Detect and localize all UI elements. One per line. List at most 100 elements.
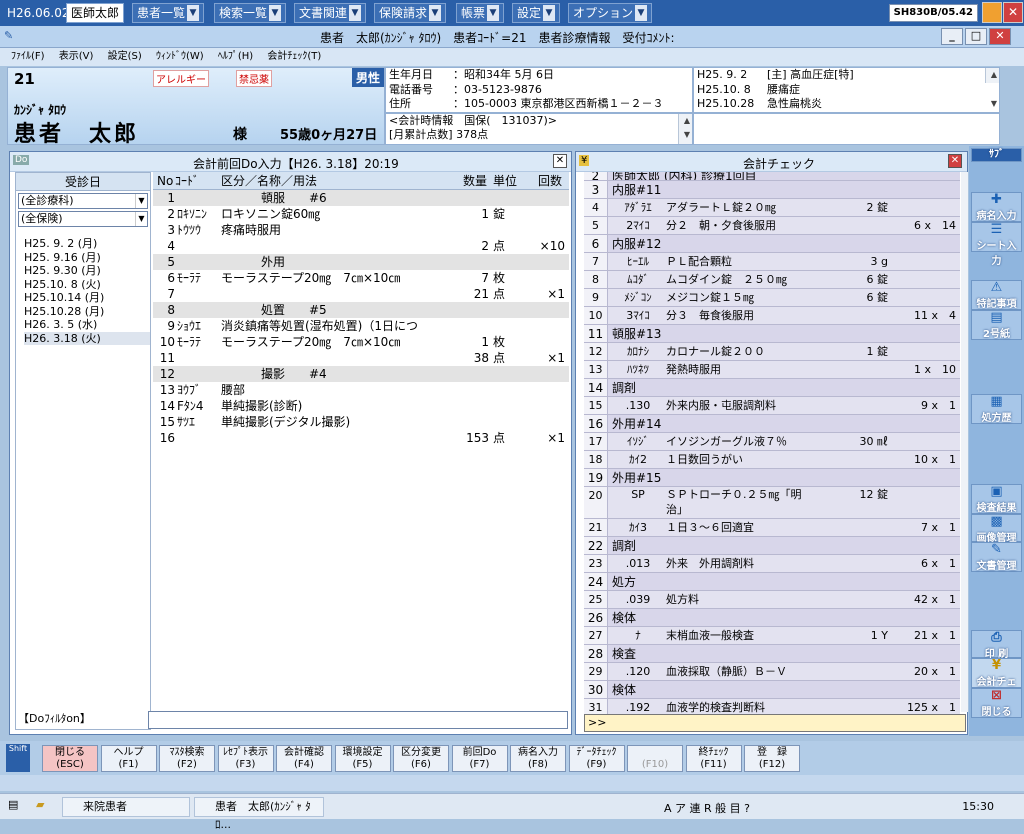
check-row[interactable]: 26 検体 xyxy=(584,609,960,627)
scrollbar[interactable] xyxy=(961,172,968,712)
do-row[interactable]: 16 153 点 ×1 xyxy=(153,430,569,446)
do-row[interactable]: 8 処置 #5 xyxy=(153,302,569,318)
shift-toggle[interactable]: Shift xyxy=(6,744,30,772)
department-select[interactable]: (全診療科) ▼ xyxy=(18,193,148,209)
do-row[interactable]: 6 ﾓｰﾗﾃ モーラステープ20㎎ 7㎝×10㎝ 7 枚 xyxy=(153,270,569,286)
fkey-button[interactable]: 閉じる (ESC) xyxy=(42,745,98,772)
menu-window[interactable]: ｳｨﾝﾄﾞｳ(W) xyxy=(156,51,204,62)
menu-help[interactable]: ﾍﾙﾌﾟ(H) xyxy=(218,51,253,62)
do-row[interactable]: 14 Fﾀﾝ4 単純撮影(診断) xyxy=(153,398,569,414)
fkey-button[interactable]: 登 録 (F12) xyxy=(744,745,800,772)
prescription-history-button[interactable]: ▦ 処方歴 xyxy=(971,394,1022,424)
check-row[interactable]: 13 ﾊﾂﾈﾂ 発熱時服用 1 x 10 xyxy=(584,361,960,379)
do-row[interactable]: 2 ﾛｷｿﾆﾝ ロキソニン錠60㎎ 1 錠 xyxy=(153,206,569,222)
fkey-button[interactable]: ヘルプ (F1) xyxy=(100,745,157,772)
check-row[interactable]: 9 ﾒｼﾞｺﾝ メジコン錠１５㎎ 6 錠 xyxy=(584,289,960,307)
check-row[interactable]: 24 処方 xyxy=(584,573,960,591)
do-row[interactable]: 11 38 点 ×1 xyxy=(153,350,569,366)
check-row[interactable]: 22 調剤 xyxy=(584,537,960,555)
scrollbar[interactable]: ▲ ▼ xyxy=(678,114,692,144)
check-row[interactable]: 21 ｶｲ3 １日３～６回適宜 7 x 1 xyxy=(584,519,960,537)
fkey-button[interactable]: ﾏｽﾀ検索 (F2) xyxy=(159,745,215,772)
check-row[interactable]: 11 頓服#13 xyxy=(584,325,960,343)
menu-settings[interactable]: 設定 ▼ xyxy=(512,3,561,23)
check-row[interactable]: 20 SP ＳＰトローチ０.２５㎎「明 12 錠治」 xyxy=(584,487,960,519)
menu-reports[interactable]: 帳票 ▼ xyxy=(456,3,505,23)
check-row[interactable]: 5 2ﾏｲｺ 分２ 朝・夕食後服用 6 x 14 xyxy=(584,217,960,235)
do-row[interactable]: 12 撮影 #4 xyxy=(153,366,569,382)
exit-icon[interactable]: ✕ xyxy=(1003,2,1023,23)
check-row[interactable]: 4 ｱﾀﾞﾗｴ アダラートＬ錠２０㎎ 2 錠 xyxy=(584,199,960,217)
form2-button[interactable]: ▤ 2号紙 xyxy=(971,310,1022,340)
check-row[interactable]: 18 ｶｲ2 １日数回うがい 10 x 1 xyxy=(584,451,960,469)
image-management-button[interactable]: ▩ 画像管理 xyxy=(971,514,1022,544)
menu-documents[interactable]: 文書関連 ▼ xyxy=(294,3,367,23)
menu-file[interactable]: ﾌｧｲﾙ(F) xyxy=(11,51,45,62)
do-row[interactable]: 15 ｻﾂｴ 単純撮影(デジタル撮影) xyxy=(153,414,569,430)
start-icon[interactable]: ▤ xyxy=(8,798,18,811)
do-row[interactable]: 3 ﾄｳﾂｳ 疼痛時服用 xyxy=(153,222,569,238)
check-row[interactable]: 28 検査 xyxy=(584,645,960,663)
fkey-button[interactable]: 病名入力 (F8) xyxy=(510,745,566,772)
ime-tray[interactable]: A ア 連 R 般 目 ? xyxy=(664,800,750,816)
do-row[interactable]: 13 ﾖｳﾌﾞ 腰部 xyxy=(153,382,569,398)
check-command-input[interactable]: >> xyxy=(584,714,966,732)
close-window-button[interactable]: ✕ xyxy=(989,28,1011,45)
forbidden-drug-badge[interactable]: 禁忌薬 xyxy=(236,70,272,87)
check-row[interactable]: 15 .130 外来内服・屯服調剤料 9 x 1 xyxy=(584,397,960,415)
document-management-button[interactable]: ✎ 文書管理 xyxy=(971,542,1022,572)
key-icon[interactable] xyxy=(982,2,1002,23)
fkey-button[interactable]: ﾃﾞｰﾀﾁｪｯｸ (F9) xyxy=(568,745,625,772)
fkey-button[interactable]: ﾚｾﾌﾟﾄ表示 (F3) xyxy=(217,745,274,772)
fkey-button[interactable]: 前回Do (F7) xyxy=(451,745,508,772)
close-icon[interactable]: ✕ xyxy=(553,154,567,168)
menu-insurance-claim[interactable]: 保険請求 ▼ xyxy=(374,3,447,23)
do-row[interactable]: 9 ｼｮｳｴ 消炎鎮痛等処置(湿布処置)（1日につ xyxy=(153,318,569,334)
menu-options[interactable]: オプション ▼ xyxy=(568,3,653,23)
do-row[interactable]: 4 2 点 ×10 xyxy=(153,238,569,254)
accounting-check-button[interactable]: ¥会計チェック xyxy=(971,658,1022,703)
folder-icon[interactable]: ▰ xyxy=(36,798,44,811)
test-results-button[interactable]: ▣ 検査結果 xyxy=(971,484,1022,514)
allergy-badge[interactable]: アレルギー xyxy=(153,70,209,87)
do-row[interactable]: 7 21 点 ×1 xyxy=(153,286,569,302)
check-row[interactable]: 17 ｲｿｼﾞ イソジンガーグル液７％ 30 ㎖ xyxy=(584,433,960,451)
user-name[interactable]: 医師太郎 xyxy=(66,3,125,23)
menu-setup[interactable]: 設定(S) xyxy=(108,51,142,62)
visit-date-item[interactable]: H25.10. 8 (火) xyxy=(24,278,150,292)
fkey-button[interactable]: (F10) xyxy=(627,745,683,772)
check-row[interactable]: 27 ﾅ 末梢血液一般検査 1 Y 21 x 1 xyxy=(584,627,960,645)
disease-entry-button[interactable]: ✚ 病名入力 xyxy=(971,192,1022,222)
special-notes-button[interactable]: ⚠ 特記事項 xyxy=(971,280,1022,310)
visit-date-item[interactable]: H25. 9. 2 (月) xyxy=(24,237,150,251)
scrollbar[interactable]: ▲ ▼ xyxy=(985,68,999,108)
fkey-button[interactable]: 会計確認 (F4) xyxy=(276,745,332,772)
check-row[interactable]: 7 ﾋｰｴﾙ ＰＬ配合顆粒 3 g xyxy=(584,253,960,271)
check-row[interactable]: 8 ﾑｺﾀﾞ ムコダイン錠 ２５０㎎ 6 錠 xyxy=(584,271,960,289)
disease-row[interactable]: H25.10. 8 腰痛症 xyxy=(694,83,999,98)
check-row[interactable]: 3 内服#11 xyxy=(584,181,960,199)
close-button[interactable]: ⊠ 閉じる xyxy=(971,688,1022,718)
check-row[interactable]: 6 内服#12 xyxy=(584,235,960,253)
taskbar-item[interactable]: 来院患者 xyxy=(62,797,190,817)
fkey-button[interactable]: 環境設定 (F5) xyxy=(334,745,391,772)
sub-tab[interactable]: ｻﾌﾞ xyxy=(971,148,1022,162)
visit-date-item[interactable]: H25.10.28 (月) xyxy=(24,305,150,319)
do-filter-input[interactable] xyxy=(148,711,568,729)
taskbar-item-active[interactable]: 患者 太郎(ｶﾝｼﾞｬ ﾀﾛ... xyxy=(194,797,324,831)
insurance-select[interactable]: (全保険) ▼ xyxy=(18,211,148,227)
check-row[interactable]: 10 3ﾏｲｺ 分３ 毎食後服用 11 x 4 xyxy=(584,307,960,325)
visit-date-item[interactable]: H26. 3. 5 (水) xyxy=(24,318,150,332)
check-row[interactable]: 23 .013 外来 外用調剤料 6 x 1 xyxy=(584,555,960,573)
do-row[interactable]: 10 ﾓｰﾗﾃ モーラステープ20㎎ 7㎝×10㎝ 1 枚 xyxy=(153,334,569,350)
print-button[interactable]: ⎙ 印 刷 xyxy=(971,630,1022,660)
visit-date-item[interactable]: H25. 9.30 (月) xyxy=(24,264,150,278)
fkey-button[interactable]: 終ﾁｪｯｸ (F11) xyxy=(685,745,742,772)
do-row[interactable]: 1 頓服 #6 xyxy=(153,190,569,206)
menu-accounting-check[interactable]: 会計ﾁｪｯｸ(T) xyxy=(267,51,321,62)
do-row[interactable]: 5 外用 xyxy=(153,254,569,270)
sheet-entry-button[interactable]: ☰ シート入力 xyxy=(971,222,1022,267)
menu-patient-list[interactable]: 患者一覧 ▼ xyxy=(132,3,205,23)
visit-date-item[interactable]: H25. 9.16 (月) xyxy=(24,251,150,265)
visit-date-item-selected[interactable]: H26. 3.18 (火) xyxy=(24,331,150,345)
